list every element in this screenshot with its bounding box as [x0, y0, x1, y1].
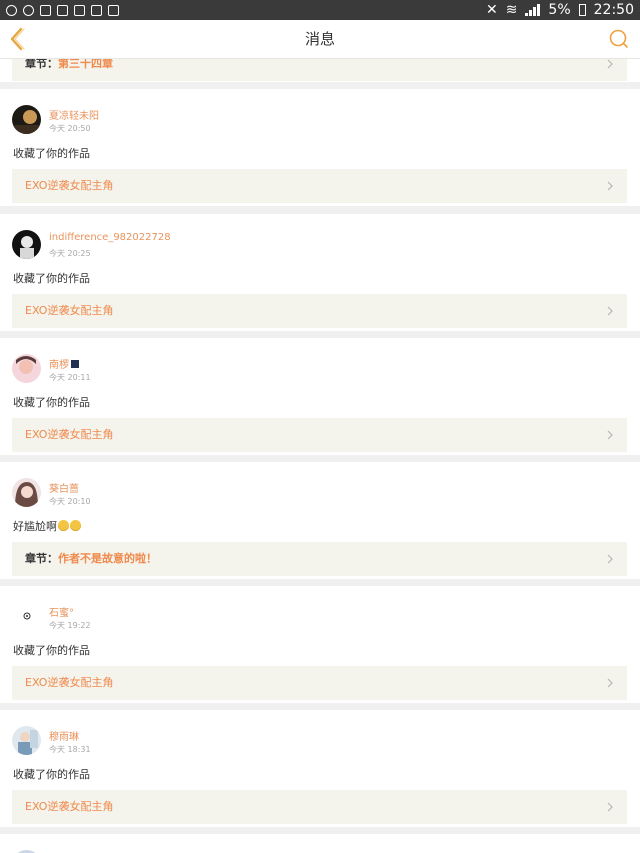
username[interactable]: 葵白蔷: [49, 480, 79, 495]
chevron-right-icon: [607, 181, 613, 191]
file-icon: [91, 4, 102, 16]
avatar[interactable]: [12, 602, 41, 631]
search-button[interactable]: [608, 28, 630, 50]
badge-icon: [71, 360, 79, 368]
mute-icon: ✕: [485, 2, 498, 18]
battery-icon: [578, 4, 586, 16]
notification-icons: [6, 4, 119, 16]
message-content: 收藏了你的作品: [13, 272, 90, 285]
chevron-right-icon: [607, 306, 613, 316]
message-card: 南椤 今天 20:11 收藏了你的作品 EXO逆袭女配主角: [0, 338, 640, 455]
title-bar: 消息: [0, 20, 640, 59]
page-title: 消息: [304, 30, 335, 48]
status-bar: ✕ ≋ 5% 22:50: [0, 0, 640, 20]
link-text: 作者不是故意的啦！: [58, 552, 157, 565]
work-link[interactable]: EXO逆袭女配主角: [12, 790, 627, 824]
chevron-right-icon: [607, 430, 613, 440]
news-icon: [108, 4, 119, 16]
timestamp: 今天 20:50: [49, 124, 91, 133]
message-text: 好尴尬啊: [13, 520, 57, 533]
app-notification-icon: [6, 4, 17, 16]
link-text: EXO逆袭女配主角: [25, 800, 114, 813]
message-card: 石蜜° 今天 19:22 收藏了你的作品 EXO逆袭女配主角: [0, 586, 640, 703]
image-icon: [74, 4, 85, 16]
avatar[interactable]: [12, 354, 41, 383]
username[interactable]: 穆雨琳: [49, 728, 79, 743]
username[interactable]: 石蜜°: [49, 604, 74, 619]
username[interactable]: 南椤: [49, 356, 79, 371]
battery-level: 5%: [548, 2, 571, 18]
username-text: 南椤: [49, 360, 69, 371]
work-link[interactable]: EXO逆袭女配主角: [12, 294, 627, 328]
do-not-disturb-icon: [23, 4, 34, 16]
message-content: 收藏了你的作品: [13, 644, 90, 657]
message-card: 夏凉轻未阳 今天 20:50 收藏了你的作品 EXO逆袭女配主角: [0, 89, 640, 206]
timestamp: 今天 19:22: [49, 621, 91, 630]
chevron-right-icon: [607, 59, 613, 69]
timestamp: 今天 20:10: [49, 497, 91, 506]
message-content: 收藏了你的作品: [13, 768, 90, 781]
awkward-emoji-icon: [58, 520, 69, 531]
wireless-icon: [57, 4, 68, 16]
back-button[interactable]: [6, 26, 30, 52]
username[interactable]: indifference_982022728: [49, 232, 171, 243]
avatar[interactable]: [12, 230, 41, 259]
avatar[interactable]: [12, 726, 41, 755]
clock: 22:50: [593, 2, 634, 18]
chapter-link[interactable]: 章节：作者不是故意的啦！: [12, 542, 627, 576]
work-link[interactable]: EXO逆袭女配主角: [12, 169, 627, 203]
message-content: 收藏了你的作品: [13, 147, 90, 160]
link-text: EXO逆袭女配主角: [25, 676, 114, 689]
link-prefix: 章节：: [25, 552, 58, 565]
work-link[interactable]: EXO逆袭女配主角: [12, 418, 627, 452]
awkward-emoji-icon: [70, 520, 81, 531]
message-card: indifference_982022728 今天 20:25 收藏了你的作品 …: [0, 214, 640, 331]
username[interactable]: 夏凉轻未阳: [49, 107, 99, 122]
search-icon: [609, 29, 628, 48]
back-chevron-icon: [10, 27, 25, 51]
message-card: 葵白蔷 今天 20:10 好尴尬啊 章节：作者不是故意的啦！: [0, 462, 640, 579]
avatar[interactable]: [12, 105, 41, 134]
sim-icon: [40, 4, 51, 16]
message-card: 穆雨琳 今天 18:31 收藏了你的作品 EXO逆袭女配主角: [0, 710, 640, 827]
link-text: 第三十四章: [58, 59, 113, 70]
chevron-right-icon: [607, 554, 613, 564]
message-card-partial: [0, 834, 640, 853]
link-prefix: 章节：: [25, 59, 58, 70]
message-content: 收藏了你的作品: [13, 396, 90, 409]
message-content: 好尴尬啊: [13, 518, 81, 534]
signal-icon: [525, 4, 541, 16]
link-text: EXO逆袭女配主角: [25, 428, 114, 441]
work-link[interactable]: 章节：第三十四章: [12, 59, 627, 81]
work-link[interactable]: EXO逆袭女配主角: [12, 666, 627, 700]
link-text: EXO逆袭女配主角: [25, 179, 114, 192]
chevron-right-icon: [607, 802, 613, 812]
timestamp: 今天 18:31: [49, 745, 91, 754]
wifi-icon: ≋: [505, 2, 518, 18]
link-text: EXO逆袭女配主角: [25, 304, 114, 317]
message-card-partial: 章节：第三十四章: [0, 59, 640, 82]
avatar[interactable]: [12, 478, 41, 507]
timestamp: 今天 20:11: [49, 373, 91, 382]
timestamp: 今天 20:25: [49, 249, 91, 258]
chevron-right-icon: [607, 678, 613, 688]
